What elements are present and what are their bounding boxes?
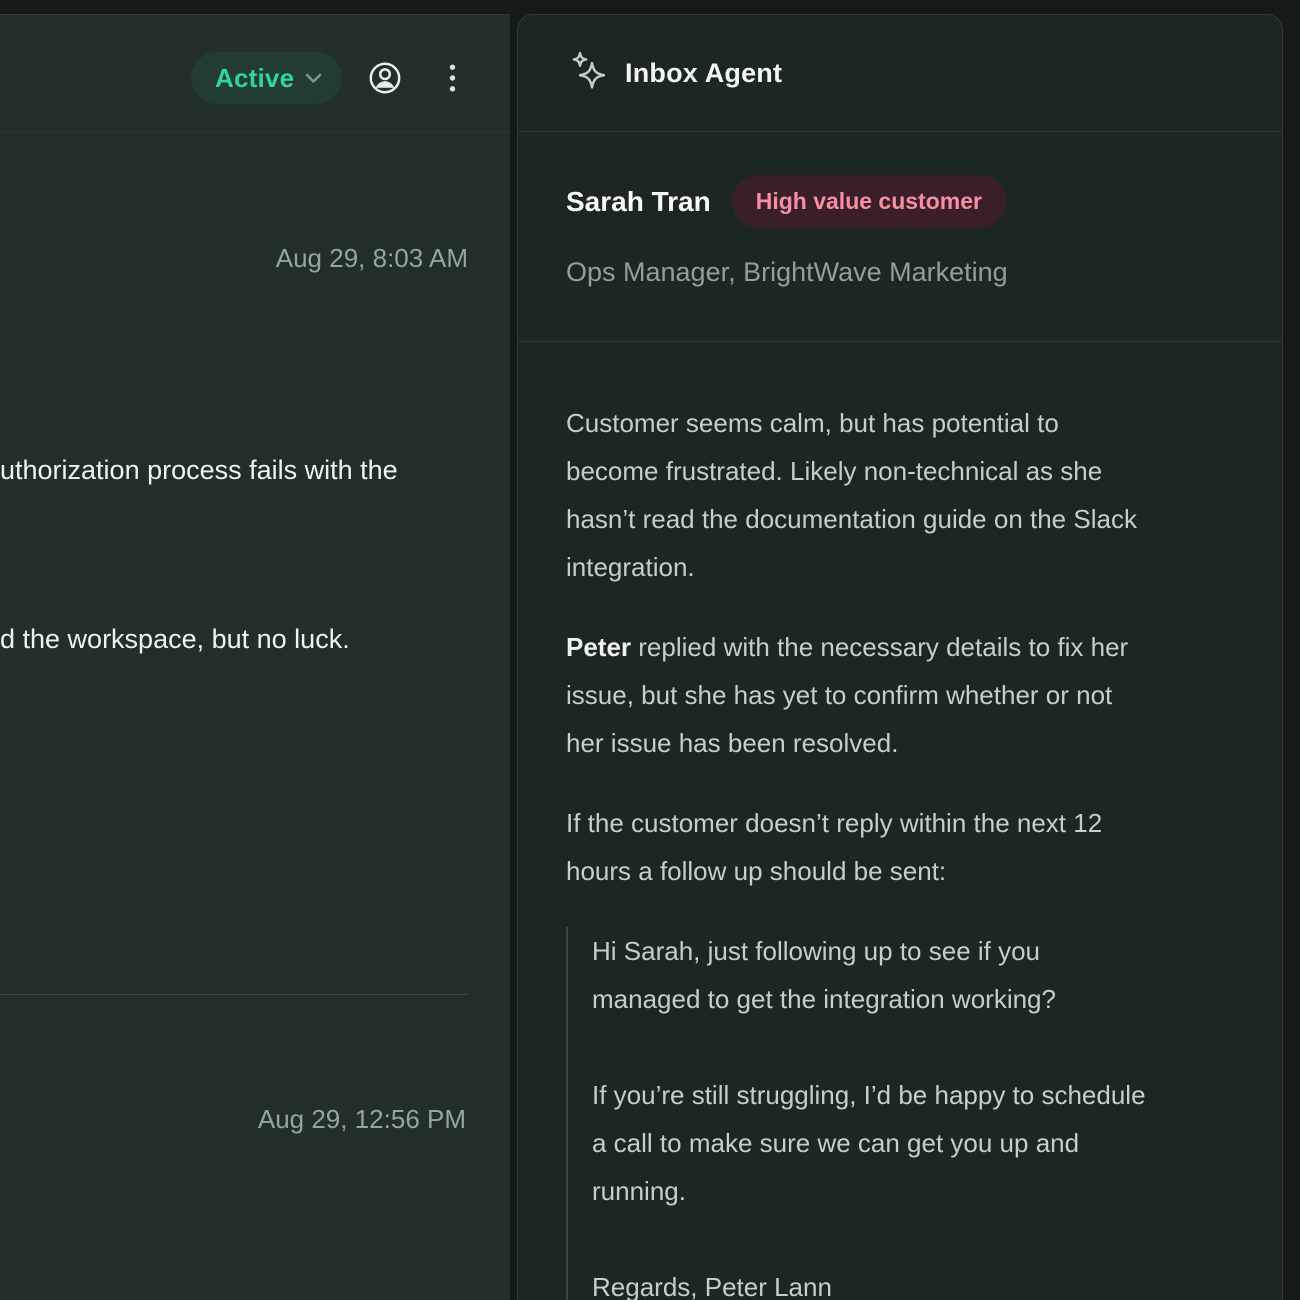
chevron-down-icon: [305, 73, 322, 84]
more-options-button[interactable]: [438, 63, 466, 93]
analysis-paragraph: If the customer doesn’t reply within the…: [566, 799, 1246, 895]
sparkles-icon: [568, 51, 608, 95]
quote-paragraph: Hi Sarah, just following up to see if yo…: [592, 927, 1246, 1023]
status-label: Active: [215, 63, 294, 94]
message-text-line: uthorization process fails with the: [0, 455, 398, 486]
kebab-menu-icon: [449, 64, 456, 92]
customer-badge: High value customer: [732, 175, 1006, 228]
message-text-line: d the workspace, but no luck.: [0, 624, 350, 655]
message-timestamp: Aug 29, 12:56 PM: [258, 1104, 466, 1135]
conversation-header: Active: [0, 15, 510, 132]
analysis-paragraph: Customer seems calm, but has potential t…: [566, 399, 1246, 591]
agent-analysis: Customer seems calm, but has potential t…: [566, 399, 1246, 1300]
user-circle-icon: [368, 61, 402, 95]
message-timestamp: Aug 29, 8:03 AM: [276, 243, 468, 274]
panel-title: Inbox Agent: [625, 58, 782, 89]
agent-name-bold: Peter: [566, 632, 631, 662]
conversation-panel: Active: [0, 14, 510, 1300]
customer-summary: Sarah Tran High value customer Ops Manag…: [518, 133, 1282, 342]
suggested-followup-quote: Hi Sarah, just following up to see if yo…: [566, 927, 1246, 1300]
inbox-agent-panel: Inbox Agent Sarah Tran High value custom…: [517, 14, 1283, 1300]
customer-name: Sarah Tran: [566, 186, 711, 218]
quote-paragraph: If you’re still struggling, I’d be happy…: [592, 1071, 1246, 1215]
customer-role: Ops Manager, BrightWave Marketing: [566, 257, 1008, 288]
inbox-agent-header: Inbox Agent: [518, 15, 1282, 132]
analysis-paragraph: Peter replied with the necessary details…: [566, 623, 1246, 767]
quote-paragraph: Regards, Peter Lann: [592, 1263, 1246, 1300]
status-dropdown[interactable]: Active: [191, 52, 342, 104]
assignee-button[interactable]: [366, 59, 404, 97]
message-divider: [0, 994, 468, 995]
